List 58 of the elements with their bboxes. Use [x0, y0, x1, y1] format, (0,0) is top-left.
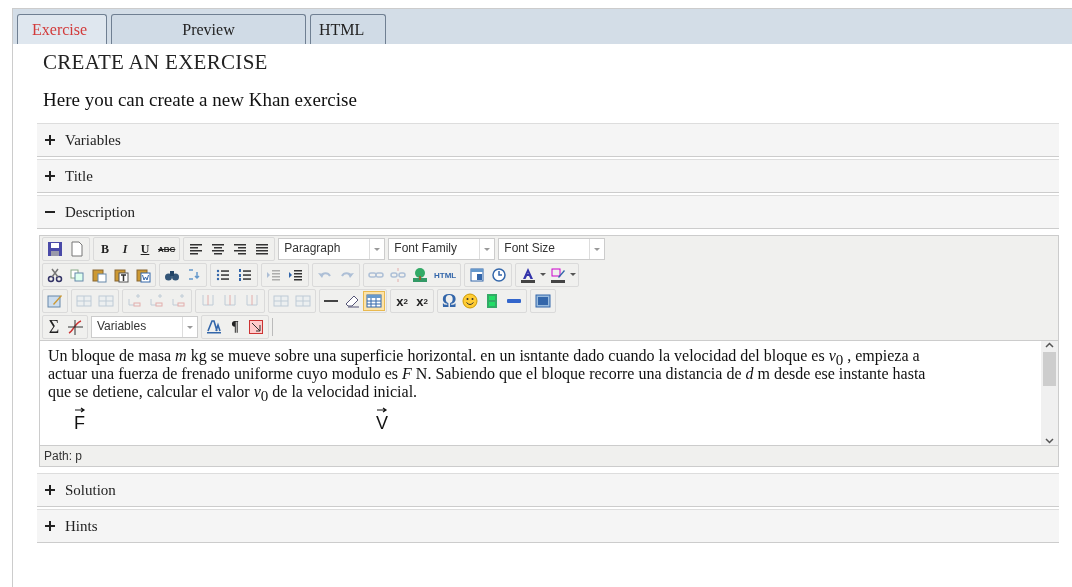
strike-button[interactable]: ABC [155, 239, 179, 259]
dropdown-select[interactable]: Variables [91, 316, 198, 338]
section-header[interactable]: Hints [37, 509, 1059, 543]
vector-symbol: F [74, 413, 85, 433]
plus-icon [45, 485, 55, 495]
bold-button[interactable]: B [95, 239, 115, 259]
tab[interactable]: HTML [310, 14, 386, 44]
section-header[interactable]: Title [37, 159, 1059, 193]
caret-icon [570, 273, 577, 277]
intro-text: Here you can create a new Khan exercise [43, 89, 358, 111]
justify-icon [254, 241, 271, 257]
outdent-icon [266, 267, 282, 283]
cut-icon [47, 267, 63, 283]
scrollbar[interactable] [1041, 341, 1058, 445]
dropdown-select[interactable]: Font Family [388, 238, 496, 260]
table-icon [366, 293, 382, 309]
section-header[interactable]: Variables [37, 123, 1059, 157]
section-header[interactable]: Solution [37, 473, 1059, 507]
unlink-icon [390, 267, 406, 283]
tab[interactable]: Preview [111, 14, 306, 44]
plus-icon [45, 521, 55, 531]
bullets-icon [215, 267, 231, 283]
horizontal-line-icon [324, 300, 338, 302]
table-button[interactable] [363, 291, 385, 311]
section-header[interactable]: Description [37, 195, 1059, 229]
underline-button[interactable]: U [135, 239, 155, 259]
indent-icon [288, 267, 304, 283]
sigma-button[interactable]: Σ [44, 317, 64, 337]
charmap-button[interactable]: Ω [439, 291, 460, 311]
aligncenter-icon [210, 241, 227, 257]
save-icon [47, 241, 63, 257]
scroll-up-icon[interactable] [1045, 341, 1054, 350]
eraser-icon [344, 293, 360, 309]
dropdown-select[interactable]: Font Size [498, 238, 606, 260]
sup-button[interactable]: x$^{2}$ [412, 291, 432, 311]
caret-icon [540, 273, 547, 277]
numbers-icon [237, 267, 253, 283]
image-icon [412, 267, 428, 283]
copy-icon [69, 267, 85, 283]
pilcrow-button[interactable]: ¶ [225, 317, 245, 337]
status-path: Path: p [43, 448, 84, 465]
italic-button[interactable]: I [115, 239, 135, 259]
dropdown-select[interactable]: Paragraph [278, 238, 386, 260]
alignright-icon [232, 241, 249, 257]
alignleft-icon [188, 241, 205, 257]
paste-icon [91, 267, 107, 283]
graph-icon [67, 319, 83, 335]
plus-icon [45, 135, 55, 145]
scroll-down-icon[interactable] [1045, 436, 1054, 445]
vector-arrow-icon [74, 407, 86, 413]
plus-icon [45, 171, 55, 181]
html-button[interactable]: HTML [431, 265, 460, 285]
smiley-icon [462, 293, 479, 309]
time-icon [491, 267, 508, 283]
vector-symbol: V [376, 413, 388, 433]
tab[interactable]: Exercise [17, 14, 107, 44]
page-heading: CREATE AN EXERCISE [43, 50, 269, 75]
vector-arrow-icon [376, 407, 388, 413]
